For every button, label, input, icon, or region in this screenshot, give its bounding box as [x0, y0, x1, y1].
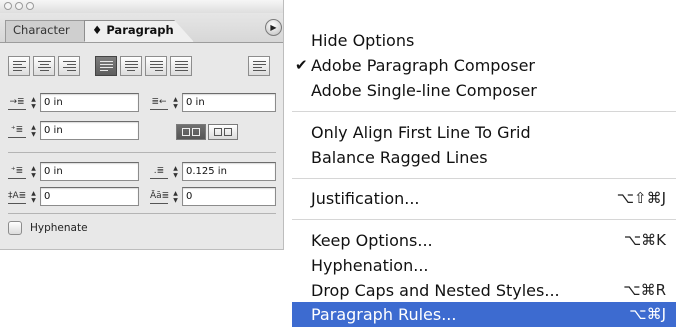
- menu-item-single-line-composer[interactable]: Adobe Single-line Composer: [292, 78, 676, 103]
- justify-all-icon: [174, 60, 188, 72]
- menu-separator: [292, 219, 676, 220]
- tab-paragraph[interactable]: ♦ Paragraph: [84, 20, 194, 42]
- menu-item-label: Only Align First Line To Grid: [311, 123, 531, 142]
- grid-icon: [192, 128, 200, 136]
- grid-icon: [214, 128, 222, 136]
- menu-separator: [292, 111, 676, 112]
- align-to-grid-button[interactable]: [208, 124, 238, 140]
- tab-character[interactable]: Character: [5, 20, 85, 42]
- right-indent-field[interactable]: 0 in: [182, 93, 276, 112]
- menu-item-balance-ragged[interactable]: Balance Ragged Lines: [292, 145, 676, 170]
- grid-icon: [182, 128, 190, 136]
- menu-item-shortcut: ⌥⌘R: [623, 281, 666, 299]
- paragraph-options-menu: Hide Options ✔ Adobe Paragraph Composer A…: [292, 8, 676, 327]
- first-line-stepper-icon[interactable]: ▲ ▼: [28, 123, 39, 138]
- drop-cap-chars-stepper-icon[interactable]: ▲ ▼: [170, 189, 181, 204]
- menu-item-label: Keep Options...: [311, 231, 433, 250]
- drop-cap-lines-icon: ‡A≣: [8, 189, 26, 204]
- drop-cap-chars-icon: Āā≣: [150, 189, 169, 204]
- space-after-stepper-icon[interactable]: ▲ ▼: [170, 164, 181, 179]
- menu-item-hide-options[interactable]: Hide Options: [292, 28, 676, 53]
- space-after-field[interactable]: 0.125 in: [182, 162, 276, 181]
- menu-item-hyphenation[interactable]: Hyphenation...: [292, 253, 676, 278]
- align-center-button[interactable]: [33, 56, 55, 76]
- menu-item-label: Hide Options: [311, 31, 415, 50]
- space-before-icon: ⁺≣: [8, 164, 26, 179]
- hyphenate-checkbox[interactable]: [8, 221, 22, 235]
- right-indent-stepper-icon[interactable]: ▲ ▼: [170, 95, 181, 110]
- drop-cap-chars-field[interactable]: 0: [182, 187, 276, 206]
- menu-separator: [292, 178, 676, 179]
- menu-item-shortcut: ⌥⇧⌘J: [616, 189, 666, 207]
- justify-center-button[interactable]: [120, 56, 142, 76]
- menu-item-label: Hyphenation...: [311, 256, 429, 275]
- menu-item-label: Adobe Paragraph Composer: [311, 56, 535, 75]
- menu-item-paragraph-rules[interactable]: Paragraph Rules... ⌥⌘J: [292, 302, 676, 327]
- first-line-indent-field[interactable]: 0 in: [40, 121, 139, 140]
- paragraph-palette: Character ♦ Paragraph ▶ →≣ ▲ ▼ 0 in ≣← ▲ ▼…: [0, 0, 284, 250]
- align-spine-icon: [252, 60, 266, 72]
- align-right-button[interactable]: [58, 56, 80, 76]
- grid-icon: [224, 128, 232, 136]
- justify-right-button[interactable]: [145, 56, 167, 76]
- zoom-dot-icon[interactable]: [26, 2, 34, 10]
- divider: [8, 213, 276, 214]
- menu-item-align-first-line[interactable]: Only Align First Line To Grid: [292, 120, 676, 145]
- menu-item-paragraph-composer[interactable]: ✔ Adobe Paragraph Composer: [292, 53, 676, 78]
- divider: [8, 152, 276, 153]
- checkmark-icon: ✔: [295, 56, 308, 74]
- justify-left-button[interactable]: [95, 56, 117, 76]
- menu-item-label: Justification...: [311, 189, 420, 208]
- menu-item-label: Balance Ragged Lines: [311, 148, 488, 167]
- menu-item-drop-caps[interactable]: Drop Caps and Nested Styles... ⌥⌘R: [292, 278, 676, 303]
- left-indent-stepper-icon[interactable]: ▲ ▼: [28, 95, 39, 110]
- left-indent-icon: →≣: [8, 95, 26, 110]
- hyphenate-label: Hyphenate: [30, 222, 88, 234]
- space-before-stepper-icon[interactable]: ▲ ▼: [28, 164, 39, 179]
- palette-titlebar[interactable]: [0, 0, 283, 14]
- close-dot-icon[interactable]: [4, 2, 12, 10]
- palette-tab-row: Character ♦ Paragraph ▶: [0, 13, 283, 43]
- drop-cap-lines-stepper-icon[interactable]: ▲ ▼: [28, 189, 39, 204]
- menu-item-label: Paragraph Rules...: [311, 305, 457, 324]
- align-right-icon: [62, 60, 76, 72]
- justify-right-icon: [149, 60, 163, 72]
- align-left-button[interactable]: [8, 56, 30, 76]
- align-center-icon: [37, 60, 51, 72]
- do-not-align-grid-button[interactable]: [176, 124, 206, 140]
- minimize-dot-icon[interactable]: [15, 2, 23, 10]
- space-before-field[interactable]: 0 in: [40, 162, 139, 181]
- first-line-indent-icon: ⁺≣: [8, 123, 26, 138]
- space-after-icon: .≣: [150, 164, 168, 179]
- align-left-icon: [12, 60, 26, 72]
- right-indent-icon: ≣←: [150, 95, 168, 110]
- drop-cap-lines-field[interactable]: 0: [40, 187, 139, 206]
- menu-item-label: Adobe Single-line Composer: [311, 81, 537, 100]
- menu-item-keep-options[interactable]: Keep Options... ⌥⌘K: [292, 228, 676, 253]
- menu-item-shortcut: ⌥⌘K: [623, 231, 666, 249]
- align-towards-spine-button[interactable]: [248, 56, 270, 76]
- justify-all-button[interactable]: [170, 56, 192, 76]
- menu-item-justification[interactable]: Justification... ⌥⇧⌘J: [292, 186, 676, 211]
- justify-center-icon: [124, 60, 138, 72]
- justify-left-icon: [99, 60, 113, 72]
- left-indent-field[interactable]: 0 in: [40, 93, 139, 112]
- palette-menu-arrow-icon[interactable]: ▶: [265, 19, 282, 36]
- menu-item-shortcut: ⌥⌘J: [629, 305, 666, 323]
- menu-item-label: Drop Caps and Nested Styles...: [311, 281, 560, 300]
